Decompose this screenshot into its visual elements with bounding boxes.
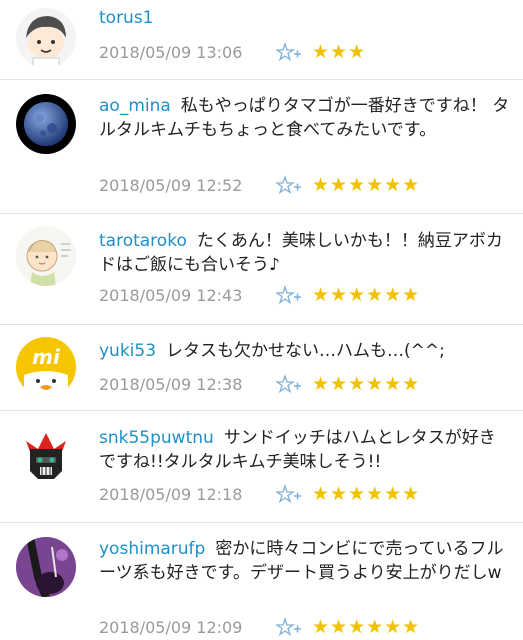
- comment-text: レタスも欠かせない…ハムも…(^^;: [166, 341, 445, 361]
- comment-meta: 2018/05/09 12:18 ★★★★★★: [99, 482, 420, 506]
- star-rating: ★★★★★★: [312, 616, 421, 638]
- username-link[interactable]: snk55puwtnu: [99, 428, 214, 448]
- comment-content: ao_mina 私もやっぱりタマゴが一番好きですね！ タルタルキムチもちょっと食べ…: [99, 94, 511, 142]
- star-rating: ★★★: [312, 41, 367, 63]
- timestamp: 2018/05/09 12:43: [99, 285, 243, 305]
- username-link[interactable]: yoshimarufp: [99, 539, 205, 559]
- add-star-button[interactable]: [274, 41, 302, 62]
- add-star-button[interactable]: [274, 174, 302, 195]
- baby-drawing-icon: [16, 226, 76, 286]
- avatar[interactable]: [16, 94, 76, 154]
- star-rating: ★★★★★★: [312, 483, 421, 505]
- timestamp: 2018/05/09 12:52: [99, 175, 243, 195]
- star-rating: ★★★★★★: [312, 174, 421, 196]
- avatar[interactable]: [16, 537, 76, 597]
- comment-item: mi yuki53 レタスも欠かせない…ハムも…(^^; 2018/05/09 1…: [0, 325, 523, 411]
- avatar[interactable]: [16, 226, 76, 286]
- comment-content: yoshimarufp 密かに時々コンビにで売っているフルーツ系も好きです。デザー…: [99, 537, 511, 585]
- timestamp: 2018/05/09 12:38: [99, 374, 243, 394]
- comment-item: ao_mina 私もやっぱりタマゴが一番好きですね！ タルタルキムチもちょっと食べ…: [0, 80, 523, 214]
- avatar[interactable]: [16, 423, 76, 483]
- moon-icon: [16, 94, 76, 154]
- guitar-photo-icon: [16, 537, 76, 597]
- comment-feed: torus1 2018/05/09 13:06 ★★★ ao_mina 私もやっ…: [0, 0, 523, 640]
- comment-content: torus1: [99, 6, 511, 30]
- mi-logo-text: mi: [32, 345, 61, 369]
- add-star-icon: [274, 483, 301, 504]
- add-star-icon: [274, 41, 301, 62]
- cartoon-boy-icon: [16, 8, 76, 68]
- add-star-icon: [274, 616, 301, 637]
- comment-content: snk55puwtnu サンドイッチはハムとレタスが好きですね!!タルタルキムチ美…: [99, 426, 511, 474]
- username-link[interactable]: yuki53: [99, 341, 156, 361]
- comment-item: tarotaroko たくあん！美味しいかも！！納豆アボカドはご飯にも合いそう♪ …: [0, 214, 523, 325]
- comment-meta: 2018/05/09 12:52 ★★★★★★: [99, 173, 420, 197]
- comment-content: tarotaroko たくあん！美味しいかも！！納豆アボカドはご飯にも合いそう♪: [99, 229, 511, 277]
- avatar[interactable]: mi: [16, 337, 76, 397]
- comment-item: snk55puwtnu サンドイッチはハムとレタスが好きですね!!タルタルキムチ美…: [0, 411, 523, 523]
- comment-meta: 2018/05/09 12:43 ★★★★★★: [99, 283, 420, 307]
- add-star-icon: [274, 174, 301, 195]
- add-star-button[interactable]: [274, 616, 302, 637]
- robot-helmet-icon: [16, 423, 76, 483]
- timestamp: 2018/05/09 12:18: [99, 484, 243, 504]
- comment-item: yoshimarufp 密かに時々コンビにで売っているフルーツ系も好きです。デザー…: [0, 523, 523, 640]
- add-star-icon: [274, 373, 301, 394]
- avatar[interactable]: [16, 8, 76, 68]
- username-link[interactable]: ao_mina: [99, 96, 171, 116]
- timestamp: 2018/05/09 12:09: [99, 617, 243, 637]
- username-link[interactable]: tarotaroko: [99, 231, 187, 251]
- comment-meta: 2018/05/09 13:06 ★★★: [99, 40, 366, 64]
- mi-chick-icon: mi: [16, 337, 76, 397]
- comment-item: torus1 2018/05/09 13:06 ★★★: [0, 0, 523, 80]
- timestamp: 2018/05/09 13:06: [99, 42, 243, 62]
- star-rating: ★★★★★★: [312, 373, 421, 395]
- add-star-icon: [274, 284, 301, 305]
- comment-meta: 2018/05/09 12:38 ★★★★★★: [99, 372, 420, 396]
- add-star-button[interactable]: [274, 483, 302, 504]
- add-star-button[interactable]: [274, 284, 302, 305]
- add-star-button[interactable]: [274, 373, 302, 394]
- comment-meta: 2018/05/09 12:09 ★★★★★★: [99, 615, 420, 639]
- star-rating: ★★★★★★: [312, 284, 421, 306]
- username-link[interactable]: torus1: [99, 8, 154, 28]
- comment-content: yuki53 レタスも欠かせない…ハムも…(^^;: [99, 339, 511, 363]
